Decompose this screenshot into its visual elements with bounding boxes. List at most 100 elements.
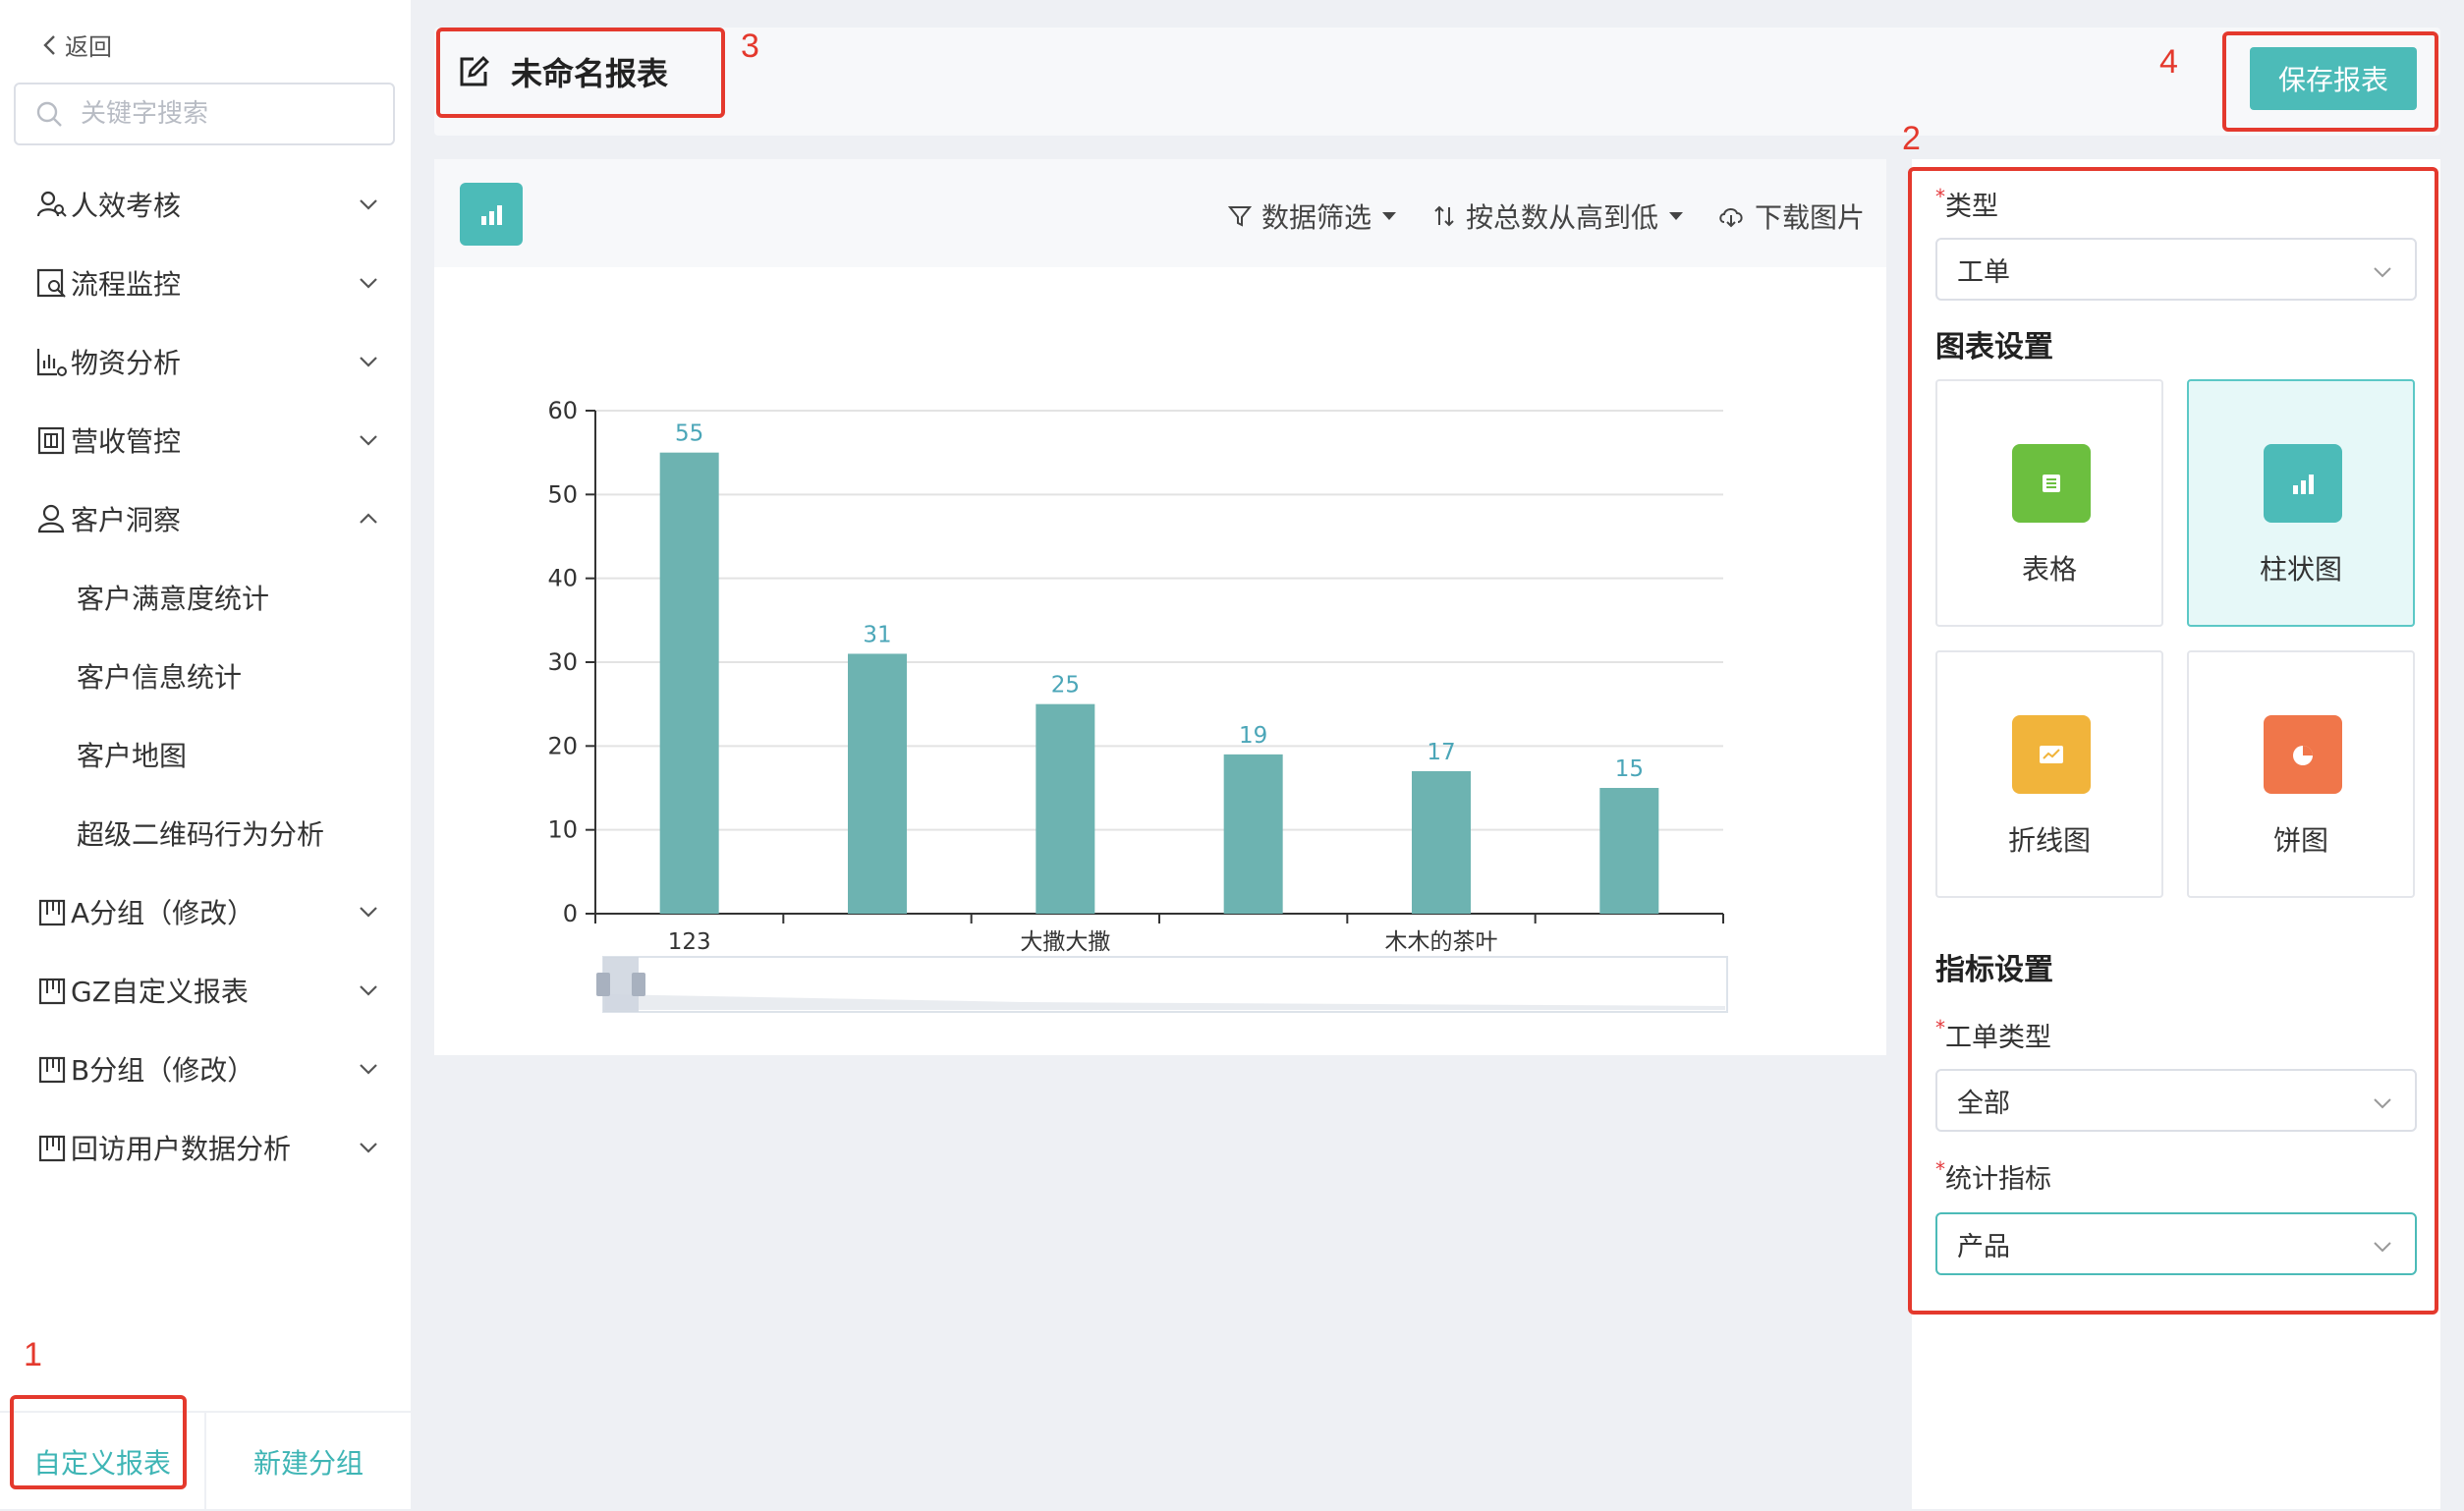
sidebar-item-revisit-analysis[interactable]: 回访用户数据分析 bbox=[35, 1120, 379, 1175]
chevron-down-icon bbox=[360, 1064, 377, 1075]
sidebar-item-process-monitor[interactable]: 流程监控 bbox=[35, 255, 379, 310]
revenue-icon bbox=[37, 426, 65, 455]
sidebar-item-people-performance[interactable]: 人效考核 bbox=[35, 177, 379, 232]
bar-chart-icon bbox=[481, 205, 502, 225]
chevron-down-icon bbox=[360, 907, 377, 918]
bar-value-label: 31 bbox=[863, 622, 891, 647]
group-icon bbox=[38, 899, 66, 926]
report-header: 未命名报表 bbox=[434, 28, 2440, 136]
chevron-left-icon bbox=[43, 34, 55, 55]
sidebar-subitem-label: 客户满意度统计 bbox=[77, 583, 270, 615]
bar bbox=[659, 452, 719, 914]
sort-button[interactable]: 按总数从高到低 bbox=[1432, 196, 1684, 236]
chevron-down-icon bbox=[360, 357, 377, 367]
bar bbox=[848, 653, 907, 914]
group-icon bbox=[38, 978, 66, 1005]
sidebar-item-label: A分组（修改） bbox=[71, 897, 255, 929]
bar-value-label: 25 bbox=[1051, 673, 1080, 699]
download-image-button[interactable]: 下载图片 bbox=[1717, 196, 1865, 236]
chevron-up-icon bbox=[360, 513, 377, 524]
annotation-box-3 bbox=[436, 28, 725, 118]
sidebar-subitem-satisfaction[interactable]: 客户满意度统计 bbox=[77, 570, 269, 625]
sort-label: 按总数从高到低 bbox=[1466, 201, 1659, 234]
datazoom-handle bbox=[596, 973, 610, 996]
bar-value-label: 15 bbox=[1615, 756, 1644, 782]
data-filter-button[interactable]: 数据筛选 bbox=[1228, 196, 1397, 236]
bar-value-label: 19 bbox=[1239, 723, 1267, 749]
group-icon bbox=[38, 1135, 66, 1162]
bar bbox=[1036, 703, 1095, 914]
sidebar-subitem-label: 客户地图 bbox=[77, 740, 188, 772]
sort-icon bbox=[1434, 205, 1454, 227]
download-image-label: 下载图片 bbox=[1755, 201, 1866, 234]
sidebar-item-gz-custom-report[interactable]: GZ自定义报表 bbox=[35, 963, 379, 1018]
datazoom-handle bbox=[632, 973, 645, 996]
search-box[interactable] bbox=[14, 83, 395, 145]
bar bbox=[1599, 788, 1659, 914]
annotation-box-4 bbox=[2222, 31, 2438, 132]
back-link[interactable]: 返回 bbox=[41, 28, 112, 62]
sidebar-subitem-qrcode-analysis[interactable]: 超级二维码行为分析 bbox=[77, 806, 324, 861]
chart-panel: 数据筛选 按总数从高到低 下载图片 0 10 20 30 40 50 60 55 123 31 25… bbox=[434, 159, 1886, 1055]
caret-down-icon bbox=[1382, 212, 1397, 220]
y-tick-label: 60 bbox=[547, 397, 578, 424]
x-tick-label: 大撒大撒 bbox=[1020, 929, 1110, 955]
sidebar-item-customer-insight[interactable]: 客户洞察 bbox=[35, 491, 379, 546]
annotation-box-2 bbox=[1908, 167, 2438, 1315]
sidebar-item-label: 流程监控 bbox=[71, 268, 182, 301]
sidebar-item-label: 客户洞察 bbox=[71, 504, 182, 536]
chevron-down-icon bbox=[360, 985, 377, 996]
y-tick-label: 50 bbox=[547, 480, 578, 508]
new-group-button[interactable]: 新建分组 bbox=[206, 1413, 411, 1511]
sidebar-item-group-a[interactable]: A分组（修改） bbox=[35, 884, 379, 939]
data-filter-label: 数据筛选 bbox=[1261, 201, 1372, 234]
search-icon bbox=[36, 101, 62, 127]
annotation-box-1 bbox=[10, 1395, 187, 1489]
sidebar-item-label: 人效考核 bbox=[71, 190, 182, 222]
x-tick-label: 123 bbox=[668, 929, 711, 955]
sidebar-item-label: GZ自定义报表 bbox=[71, 976, 249, 1008]
sidebar-item-material-analysis[interactable]: 物资分析 bbox=[35, 334, 379, 389]
sidebar-subitem-customer-info[interactable]: 客户信息统计 bbox=[77, 648, 242, 703]
bar bbox=[1223, 754, 1283, 914]
chevron-down-icon bbox=[360, 1143, 377, 1153]
bar bbox=[1412, 770, 1471, 914]
material-chart-icon bbox=[36, 349, 67, 376]
annotation-number-3: 3 bbox=[741, 28, 759, 65]
y-tick-label: 0 bbox=[563, 900, 578, 927]
sidebar-item-label: 回访用户数据分析 bbox=[71, 1133, 292, 1165]
sidebar-item-revenue-control[interactable]: 营收管控 bbox=[35, 413, 379, 468]
caret-down-icon bbox=[1669, 212, 1684, 220]
sidebar-item-label: B分组（修改） bbox=[71, 1054, 255, 1087]
chevron-down-icon bbox=[360, 278, 377, 289]
customer-icon bbox=[37, 504, 65, 533]
y-tick-label: 10 bbox=[547, 816, 578, 844]
annotation-number-4: 4 bbox=[2159, 43, 2178, 81]
sidebar: 返回 人效考核 流程监控 物资分析 营收管控 客户洞察 客户满意度统计 客户信息… bbox=[0, 0, 411, 1511]
bar-value-label: 17 bbox=[1427, 740, 1455, 765]
people-search-icon bbox=[36, 191, 67, 217]
back-label: 返回 bbox=[65, 33, 112, 61]
annotation-number-1: 1 bbox=[24, 1336, 42, 1373]
chart-toolbar: 数据筛选 按总数从高到低 下载图片 bbox=[434, 159, 1886, 267]
bar-chart: 0 10 20 30 40 50 60 55 123 31 25 大撒大撒 19 17 木木的茶叶 15 bbox=[547, 397, 1728, 1013]
search-input[interactable] bbox=[81, 99, 375, 129]
process-monitor-icon bbox=[36, 268, 66, 298]
sidebar-item-group-b[interactable]: B分组（修改） bbox=[35, 1041, 379, 1096]
sidebar-item-label: 物资分析 bbox=[71, 347, 182, 379]
chevron-down-icon bbox=[360, 435, 377, 446]
chevron-down-icon bbox=[360, 199, 377, 210]
sidebar-subitem-label: 客户信息统计 bbox=[77, 661, 243, 694]
sidebar-item-label: 营收管控 bbox=[71, 425, 182, 458]
y-tick-label: 30 bbox=[547, 648, 578, 676]
annotation-number-2: 2 bbox=[1902, 120, 1921, 157]
chart-type-badge[interactable] bbox=[460, 183, 523, 246]
y-tick-label: 20 bbox=[547, 732, 578, 759]
cloud-download-icon bbox=[1719, 208, 1743, 228]
sidebar-subitem-label: 超级二维码行为分析 bbox=[77, 818, 325, 851]
group-icon bbox=[38, 1056, 66, 1084]
bar-value-label: 55 bbox=[675, 421, 703, 447]
x-tick-label: 木木的茶叶 bbox=[1385, 929, 1498, 955]
filter-icon bbox=[1228, 206, 1252, 227]
sidebar-subitem-customer-map[interactable]: 客户地图 bbox=[77, 727, 187, 782]
